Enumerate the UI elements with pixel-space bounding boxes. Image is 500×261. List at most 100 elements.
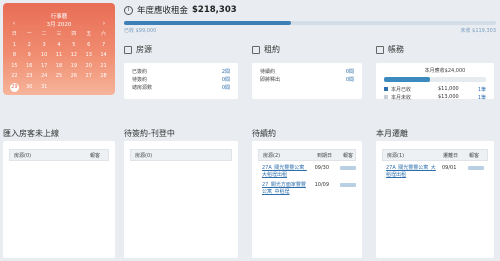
weekday-header: 五 xyxy=(86,31,92,37)
col-room: 房源(0) xyxy=(14,152,32,159)
table-header: 房源(0) xyxy=(130,149,232,161)
due-date: 10/09 xyxy=(314,182,330,188)
calendar-day[interactable]: 5 xyxy=(66,41,81,51)
calendar-grid: 日一二三四五六 1 2 3 4 5 6 7 8 9 10 11 12 13 14 15 16 17 18 19 20 21… xyxy=(3,28,115,92)
calendar-day[interactable]: 9 xyxy=(22,51,37,61)
finance-row-amount: $11,000 xyxy=(438,86,459,92)
rooms-row[interactable]: 總房源數 0間 xyxy=(124,84,238,92)
contracts-card: 待續約 0間 即將釋出 0間 xyxy=(252,63,362,99)
contracts-row[interactable]: 即將釋出 0間 xyxy=(252,76,362,84)
rooms-row[interactable]: 已簽約 2間 xyxy=(124,68,238,76)
room-link[interactable]: 27A_關光豐豐公寓_大稻埕出租 xyxy=(382,165,438,178)
rooms-header[interactable]: 房源 xyxy=(124,44,152,55)
calendar-day[interactable]: 11 xyxy=(52,51,67,61)
finance-row-label: 本月已收 xyxy=(391,86,412,93)
calendar-day[interactable]: 24 xyxy=(37,72,52,82)
contracts-header[interactable]: 租約 xyxy=(252,44,280,55)
action-cell[interactable] xyxy=(336,182,356,195)
renewal-card: 房源(2) 到期日 報客 27A_關光豐豐公寓_大稻埕出租 09/30 27_關… xyxy=(252,141,362,258)
contract-icon xyxy=(252,45,260,54)
finance-due-label: 本月應收$24,000 xyxy=(424,68,466,74)
row-value: 0間 xyxy=(345,77,354,83)
calendar-day[interactable]: 20 xyxy=(81,62,96,72)
action-placeholder[interactable] xyxy=(468,166,484,170)
calendar-day[interactable]: 30 xyxy=(22,83,37,93)
action-placeholder[interactable] xyxy=(340,183,356,187)
col-date: 遷離日 xyxy=(443,152,459,159)
revenue-progress-bar xyxy=(124,21,496,25)
moving-card: 房源(1) 遷離日 報客 27A_關光豐豐公寓_大稻埕出租 09/01 xyxy=(376,141,494,258)
calendar-day[interactable]: 8 xyxy=(7,51,22,61)
guests-card: 房源(0) 報客 xyxy=(3,141,115,258)
calendar-day[interactable]: 19 xyxy=(66,62,81,72)
table-header: 房源(1) 遷離日 報客 xyxy=(382,149,488,161)
col-room: 房源(0) xyxy=(135,152,153,159)
action-cell[interactable] xyxy=(464,165,488,178)
calendar-day[interactable]: 18 xyxy=(52,62,67,72)
room-link[interactable]: 27A_關光豐豐公寓_大稻埕出租 xyxy=(258,165,311,178)
weekday-header: 一 xyxy=(26,31,32,37)
calendar-day[interactable]: 4 xyxy=(52,41,67,51)
finance-row-unreceived[interactable]: 本月未收 $13,000 1筆 xyxy=(376,93,494,101)
calendar-day[interactable]: 7 xyxy=(96,41,111,51)
finance-card: 本月應收$24,000 本月已收 $11,000 1筆 本月未收 $13,000… xyxy=(376,63,494,101)
table-row[interactable]: 27A_關光豐豐公寓_大稻埕出租 09/30 xyxy=(258,161,356,178)
pending-card: 房源(0) xyxy=(124,141,238,258)
calendar-day[interactable]: 2 xyxy=(22,41,37,51)
calendar-day[interactable]: 23 xyxy=(22,72,37,82)
col-date: 到期日 xyxy=(317,152,333,159)
action-cell[interactable] xyxy=(336,165,356,178)
row-label: 待簽約 xyxy=(132,77,148,83)
action-placeholder[interactable] xyxy=(340,166,356,170)
weekday-header: 六 xyxy=(101,31,107,37)
table-row[interactable]: 27_關光方面家豐豐公寓_中稻埕 10/09 xyxy=(258,178,356,195)
rooms-card: 已簽約 2間 待簽約 0間 總房源數 0間 xyxy=(124,63,238,99)
col-action: 報客 xyxy=(90,152,101,159)
weekday-header: 日 xyxy=(11,31,17,37)
rooms-row[interactable]: 待簽約 0間 xyxy=(124,76,238,84)
finance-header[interactable]: 帳務 xyxy=(376,44,404,55)
next-month-button[interactable]: › xyxy=(98,20,110,27)
room-link[interactable]: 27_關光方面家豐豐公寓_中稻埕 xyxy=(258,182,311,195)
calendar-day[interactable]: 3 xyxy=(37,41,52,51)
legend-swatch xyxy=(384,87,388,91)
calendar-day[interactable]: 21 xyxy=(96,62,111,72)
calendar-month-label: 3月 2020 xyxy=(46,21,72,28)
calendar-day[interactable]: 6 xyxy=(81,41,96,51)
calendar-day[interactable]: 14 xyxy=(96,51,111,61)
calendar-day[interactable]: 29 xyxy=(9,82,19,92)
finance-row-count[interactable]: 1筆 xyxy=(476,86,486,93)
revenue-amount: $218,303 xyxy=(192,5,237,15)
calendar-day[interactable]: 25 xyxy=(52,72,67,82)
contracts-row[interactable]: 待續約 0間 xyxy=(252,68,362,76)
row-label: 待續約 xyxy=(260,69,276,75)
rooms-title: 房源 xyxy=(136,45,152,54)
house-icon xyxy=(124,45,132,54)
calendar-nav: ‹ 3月 2020 › xyxy=(3,19,115,28)
calendar-day[interactable]: 26 xyxy=(66,72,81,82)
calendar-day[interactable]: 17 xyxy=(37,62,52,72)
calendar-day[interactable]: 12 xyxy=(66,51,81,61)
calendar-day[interactable]: 10 xyxy=(37,51,52,61)
weekday-header: 三 xyxy=(56,31,62,37)
calendar-widget: 行事曆 ‹ 3月 2020 › 日一二三四五六 1 2 3 4 5 6 7 8 9 10 11 12 13… xyxy=(3,3,115,95)
table-row[interactable]: 27A_關光豐豐公寓_大稻埕出租 09/01 xyxy=(382,161,488,178)
col-room: 房源(1) xyxy=(387,152,405,159)
calendar-day[interactable]: 15 xyxy=(7,62,22,72)
contracts-title: 租約 xyxy=(264,45,280,54)
calendar-day[interactable]: 16 xyxy=(22,62,37,72)
calendar-day[interactable]: 13 xyxy=(81,51,96,61)
col-room: 房源(2) xyxy=(263,152,281,159)
finance-row-received[interactable]: 本月已收 $11,000 1筆 xyxy=(376,85,494,93)
col-action: 報客 xyxy=(469,152,480,159)
calendar-day[interactable]: 1 xyxy=(7,41,22,51)
calendar-day[interactable]: 27 xyxy=(81,72,96,82)
calendar-day[interactable]: 31 xyxy=(37,83,52,93)
calendar-day[interactable]: 28 xyxy=(96,72,111,82)
col-action: 報客 xyxy=(343,152,354,159)
info-icon: i xyxy=(124,5,133,15)
calendar-day[interactable]: 22 xyxy=(7,72,22,82)
finance-row-count[interactable]: 1筆 xyxy=(476,94,486,101)
prev-month-button[interactable]: ‹ xyxy=(8,20,20,27)
guests-title: 匯入房客未上線 xyxy=(3,129,59,138)
